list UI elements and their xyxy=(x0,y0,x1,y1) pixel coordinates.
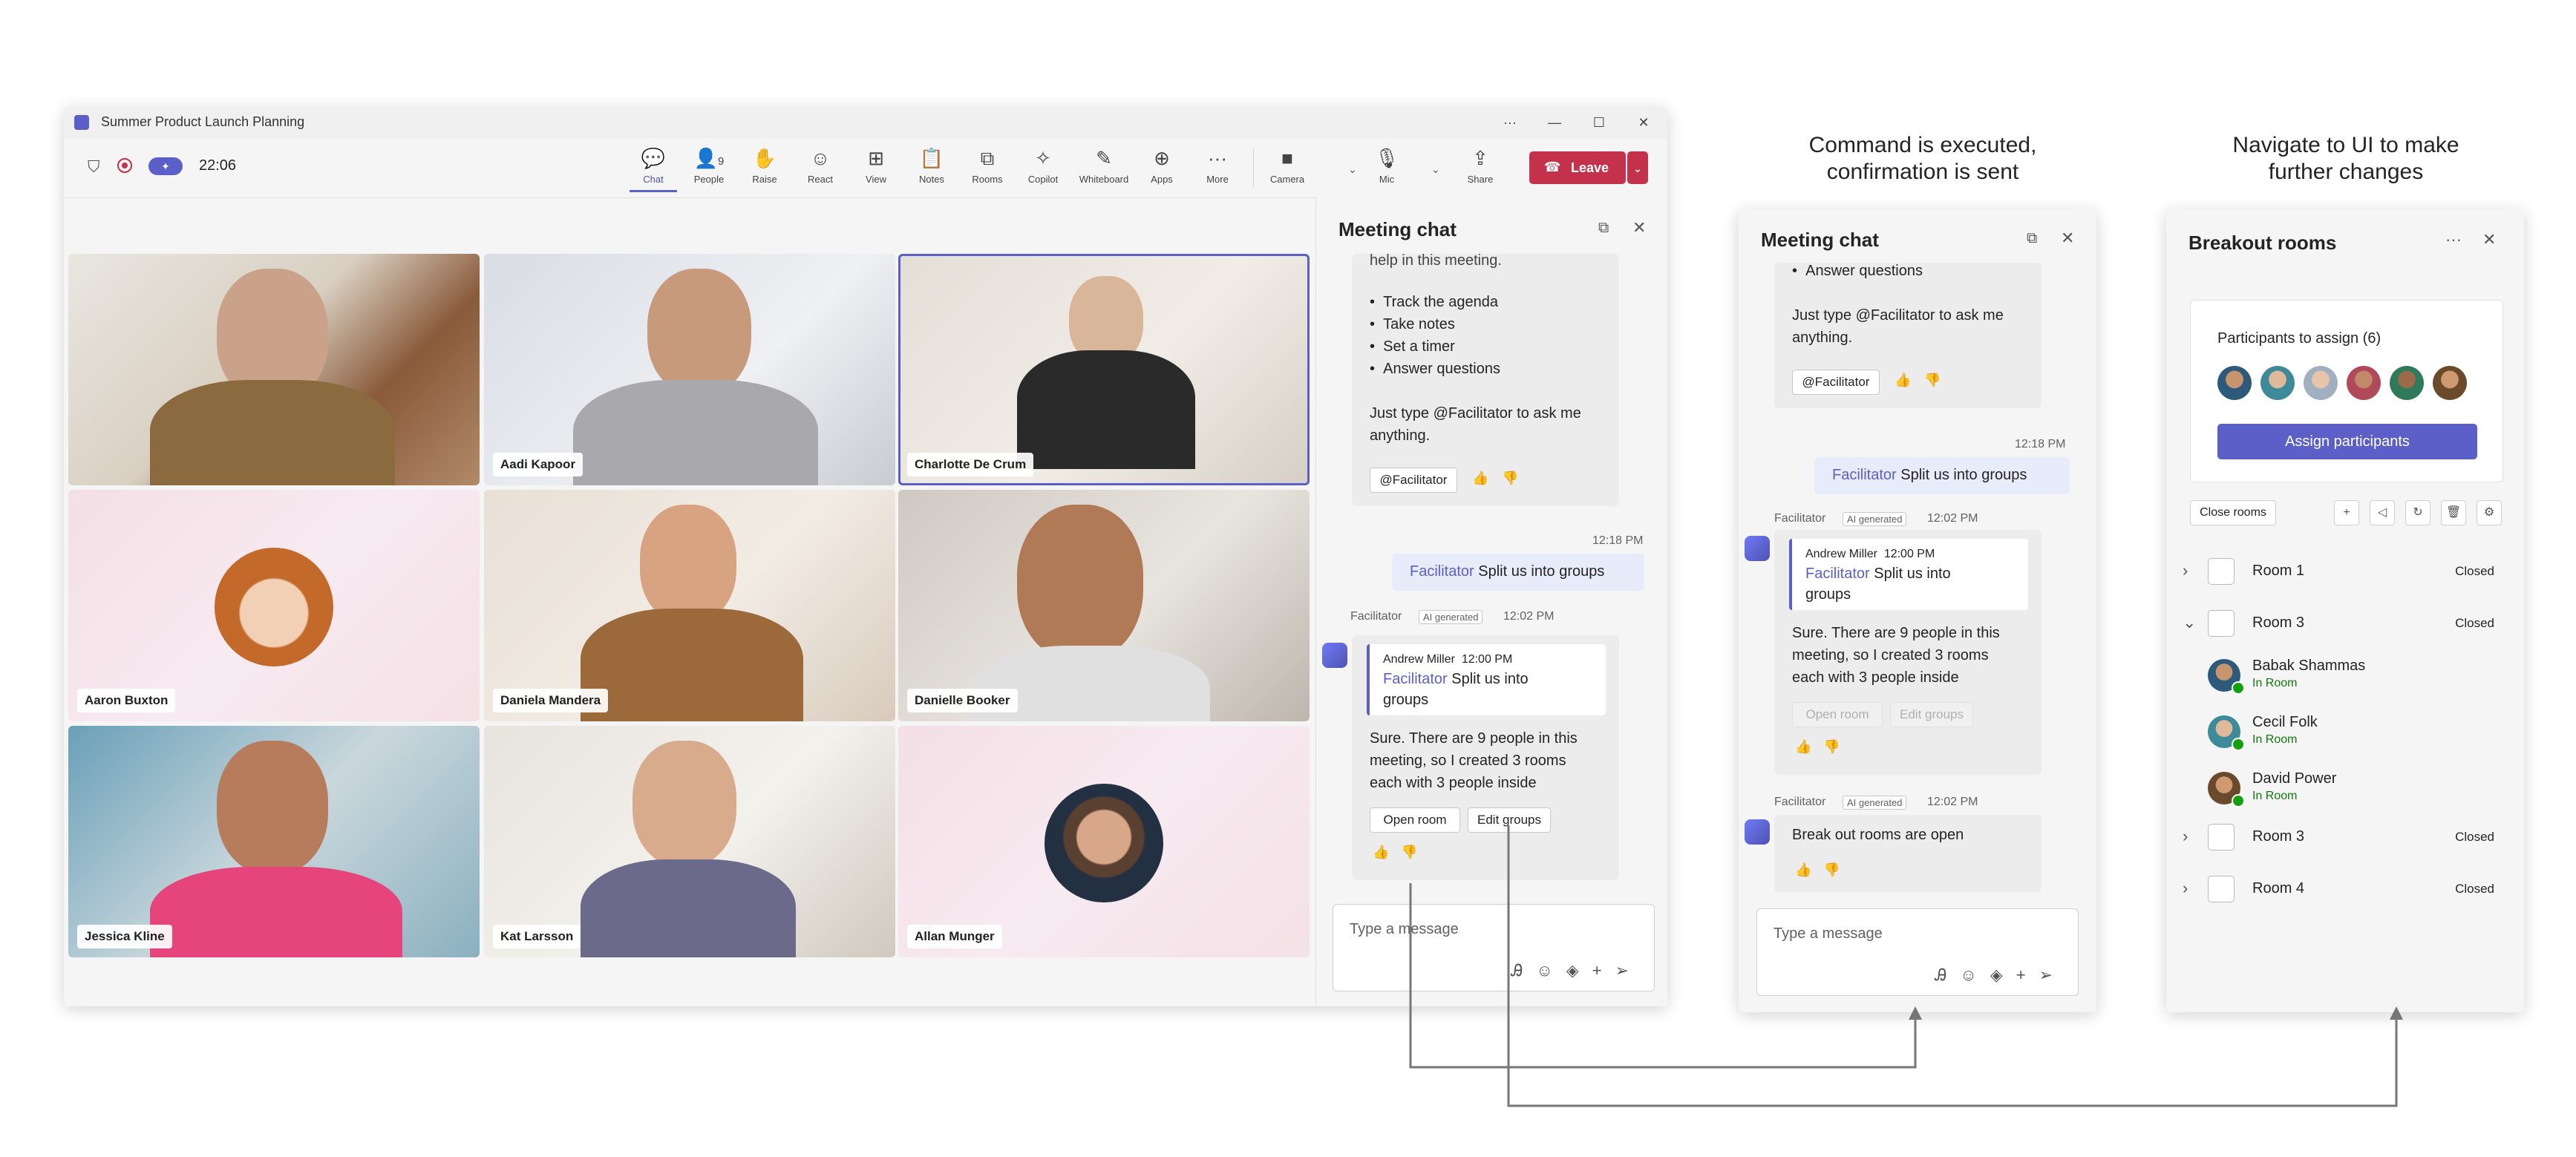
arrowhead-icon xyxy=(1909,1006,1922,1020)
connector-arrows xyxy=(1409,825,2403,1107)
arrow-to-chat-panel xyxy=(1409,883,1917,1069)
arrowhead-icon xyxy=(2390,1006,2403,1020)
arrow-to-breakout-panel xyxy=(1507,825,2398,1107)
